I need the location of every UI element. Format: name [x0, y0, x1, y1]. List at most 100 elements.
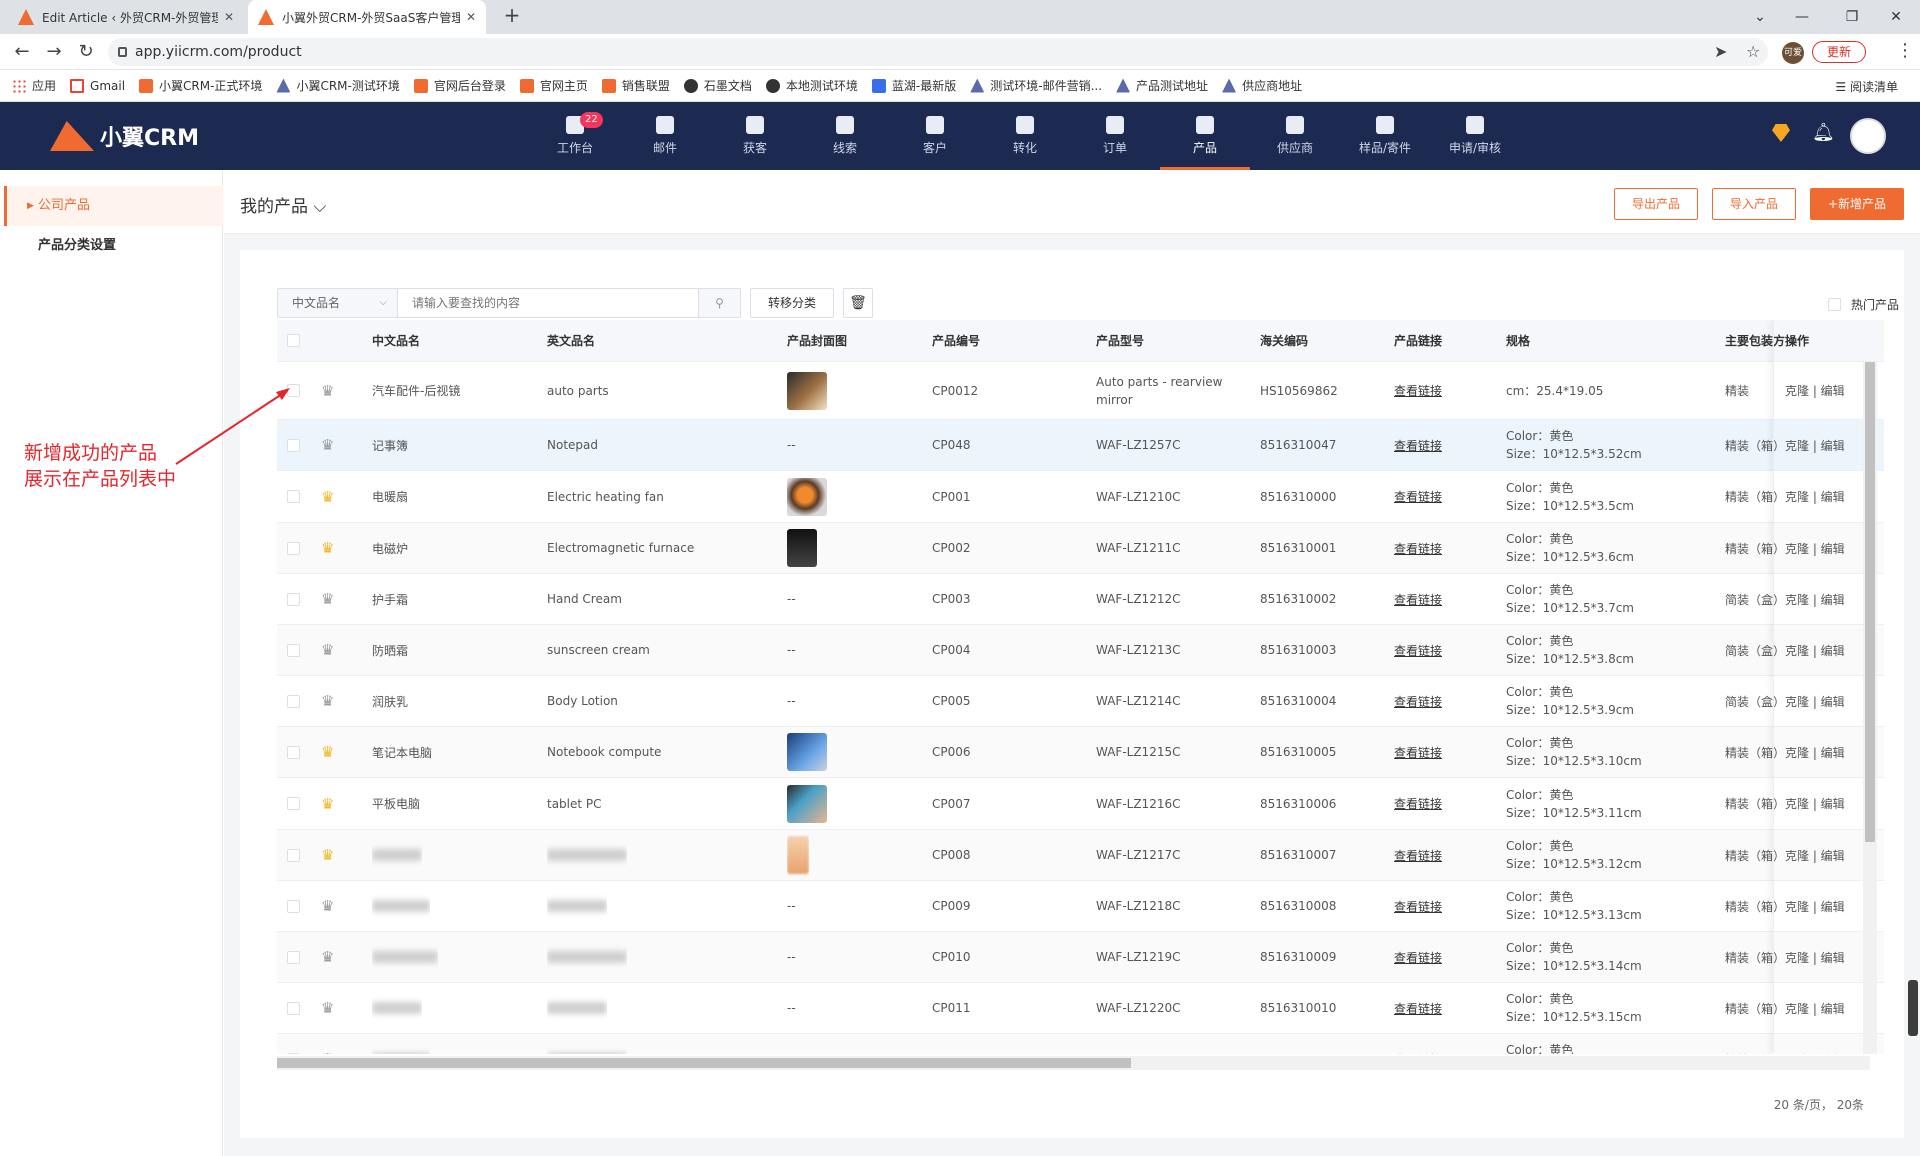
send-icon[interactable]: ➤ — [1714, 38, 1727, 66]
user-avatar[interactable] — [1850, 118, 1886, 154]
nav-leads[interactable]: 线索 — [800, 102, 890, 170]
view-link[interactable]: 查看链接 — [1394, 642, 1442, 659]
crown-icon[interactable]: ♛ — [321, 382, 334, 400]
view-link[interactable]: 查看链接 — [1394, 382, 1442, 399]
table-row[interactable]: ♛ 润肤乳 Body Lotion -- CP005 WAF-LZ1214C 8516310… — [277, 676, 1884, 727]
view-link[interactable]: 查看链接 — [1394, 1051, 1442, 1055]
search-field-select[interactable]: 中文品名 ⌵ — [278, 289, 398, 317]
table-row[interactable]: ♛ -- CP011 WAF-LZ1220C 8516310010 查看链接 Color：黄… — [277, 983, 1884, 1034]
bookmark-item[interactable]: 本地测试环境 — [765, 77, 858, 94]
column-header[interactable]: 规格 — [1506, 320, 1530, 362]
crown-icon[interactable]: ♛ — [321, 436, 334, 454]
view-link[interactable]: 查看链接 — [1394, 437, 1442, 454]
update-button[interactable]: 更新 — [1812, 41, 1866, 63]
profile-avatar[interactable]: 可爱 — [1782, 42, 1804, 64]
horizontal-scrollbar[interactable] — [277, 1056, 1870, 1070]
hot-products-filter[interactable]: 热门产品 — [1828, 296, 1899, 313]
table-row[interactable]: ♛ 防晒霜 sunscreen cream -- CP004 WAF-LZ1213C 851… — [277, 625, 1884, 676]
crown-icon[interactable]: ♛ — [321, 743, 334, 761]
diamond-icon[interactable] — [1772, 124, 1790, 142]
row-checkbox[interactable] — [287, 745, 300, 759]
table-row[interactable]: ♛ 汽车配件-后视镜 auto parts CP0012 Auto parts - re… — [277, 362, 1884, 420]
view-link[interactable]: 查看链接 — [1394, 847, 1442, 864]
table-row[interactable]: ♛ 护手霜 Hand Cream -- CP003 WAF-LZ1212C 85163100… — [277, 574, 1884, 625]
product-cover-image[interactable] — [787, 733, 827, 771]
product-cover-image[interactable] — [787, 371, 827, 410]
column-header[interactable]: 产品封面图 — [787, 320, 847, 362]
scrollbar-thumb[interactable] — [1865, 362, 1875, 842]
browser-tab-active[interactable]: 小翼外贸CRM-外贸SaaS客户管理 ✕ — [248, 0, 486, 34]
product-cover-image[interactable] — [787, 477, 827, 516]
table-row[interactable]: ♛ 记事簿 Notepad -- CP048 WAF-LZ1257C 8516310047 查… — [277, 420, 1884, 471]
nav-suppliers[interactable]: 供应商 — [1250, 102, 1340, 170]
bookmark-item[interactable]: 小翼CRM-测试环境 — [276, 77, 400, 94]
import-products-button[interactable]: 导入产品 — [1712, 188, 1796, 220]
reload-icon[interactable]: ↻ — [74, 40, 98, 64]
row-checkbox[interactable] — [287, 541, 300, 555]
column-header[interactable]: 英文品名 — [547, 320, 595, 362]
app-logo[interactable]: 小翼CRM — [50, 120, 199, 152]
nav-products[interactable]: 产品 — [1160, 102, 1250, 170]
product-cover-image[interactable] — [787, 784, 827, 823]
add-product-button[interactable]: +新增产品 — [1810, 188, 1904, 220]
row-checkbox[interactable] — [287, 950, 300, 964]
row-checkbox[interactable] — [287, 848, 300, 862]
select-all-checkbox[interactable] — [287, 334, 300, 347]
page-scroll-handle[interactable] — [1908, 980, 1918, 1036]
back-icon[interactable]: ← — [10, 40, 34, 64]
crown-icon[interactable]: ♛ — [321, 795, 334, 813]
row-checkbox[interactable] — [287, 899, 300, 913]
nav-samples[interactable]: 样品/寄件 — [1340, 102, 1430, 170]
bookmark-item[interactable]: 销售联盟 — [601, 77, 670, 94]
table-row[interactable]: ♛ -- CP009 WAF-LZ1218C 8516310008 查看链接 Color：黄… — [277, 881, 1884, 932]
row-checkbox[interactable] — [287, 1052, 300, 1054]
bookmark-item[interactable]: 应用 — [12, 77, 56, 94]
nav-approval[interactable]: 申请/审核 — [1430, 102, 1520, 170]
close-window-icon[interactable]: ✕ — [1876, 5, 1916, 29]
checkbox[interactable] — [1828, 298, 1841, 311]
view-link[interactable]: 查看链接 — [1394, 540, 1442, 557]
column-header[interactable]: 海关编码 — [1260, 320, 1308, 362]
row-checkbox[interactable] — [287, 797, 300, 810]
row-checkbox[interactable] — [287, 1001, 300, 1015]
new-tab-icon[interactable]: + — [500, 4, 524, 28]
nav-convert[interactable]: 转化 — [980, 102, 1070, 170]
vertical-scrollbar[interactable] — [1863, 362, 1877, 1054]
view-link[interactable]: 查看链接 — [1394, 693, 1442, 710]
table-row[interactable]: ♛ -- CP012 WAF-LZ1221C 8516310011 查看链接 Color：黄… — [277, 1034, 1884, 1054]
table-row[interactable]: ♛ CP008 WAF-LZ1217C 8516310007 查看链接 Color：黄色 S… — [277, 830, 1884, 881]
bookmark-item[interactable]: 小翼CRM-正式环境 — [139, 77, 262, 94]
nav-workbench[interactable]: 工作台 22 — [530, 102, 620, 170]
column-header[interactable]: 产品链接 — [1394, 320, 1442, 362]
column-header[interactable]: 产品型号 — [1096, 320, 1144, 362]
nav-acquire[interactable]: 获客 — [710, 102, 800, 170]
product-cover-image[interactable] — [787, 529, 817, 567]
view-link[interactable]: 查看链接 — [1394, 744, 1442, 761]
row-checkbox[interactable] — [287, 438, 300, 452]
table-row[interactable]: ♛ -- CP010 WAF-LZ1219C 8516310009 查看链接 Color：黄… — [277, 932, 1884, 983]
bookmark-item[interactable]: 石墨文档 — [683, 77, 752, 94]
bookmark-item[interactable]: 蓝湖-最新版 — [871, 77, 956, 94]
row-checkbox[interactable] — [287, 592, 300, 606]
export-products-button[interactable]: 导出产品 — [1614, 188, 1698, 220]
crown-icon[interactable]: ♛ — [321, 590, 334, 608]
crown-icon[interactable]: ♛ — [321, 488, 334, 506]
crown-icon[interactable]: ♛ — [321, 539, 334, 557]
nav-mail[interactable]: 邮件 — [620, 102, 710, 170]
search-input[interactable] — [398, 289, 698, 317]
close-icon[interactable]: ✕ — [466, 10, 476, 24]
tab-search-icon[interactable]: ⌄ — [1740, 5, 1780, 29]
bookmark-item[interactable]: 官网主页 — [519, 77, 588, 94]
bookmark-item[interactable]: 供应商地址 — [1222, 77, 1302, 94]
view-link[interactable]: 查看链接 — [1394, 795, 1442, 812]
crown-icon[interactable]: ♛ — [321, 1050, 334, 1054]
nav-orders[interactable]: 订单 — [1070, 102, 1160, 170]
trash-icon[interactable]: 🗑︎ — [843, 288, 873, 318]
view-link[interactable]: 查看链接 — [1394, 949, 1442, 966]
bell-icon[interactable]: 🔔︎ — [1812, 122, 1835, 143]
column-header[interactable]: 产品编号 — [932, 320, 980, 362]
crown-icon[interactable]: ♛ — [321, 846, 334, 864]
reading-list[interactable]: ☰ 阅读清单 — [1835, 78, 1898, 95]
row-checkbox[interactable] — [287, 643, 300, 657]
crown-icon[interactable]: ♛ — [321, 948, 334, 966]
